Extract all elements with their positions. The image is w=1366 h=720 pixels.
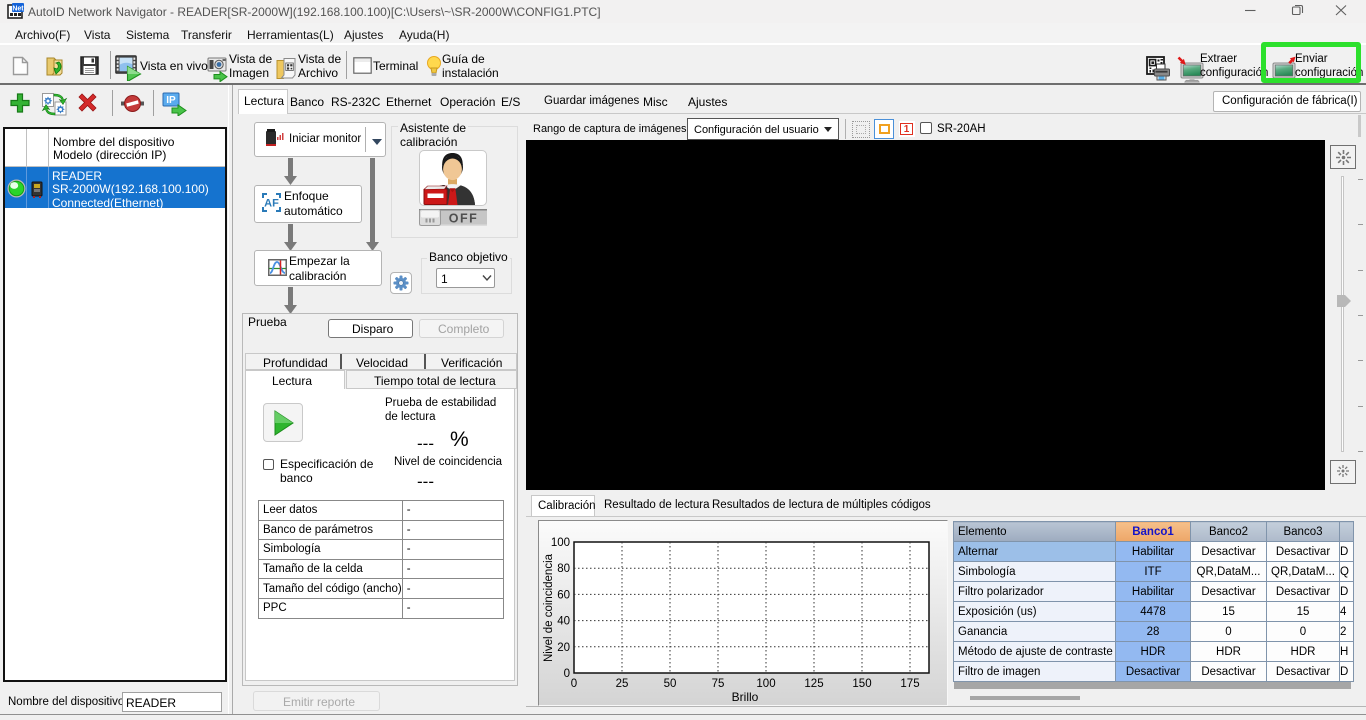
svg-text:Nivel de coincidencia: Nivel de coincidencia — [543, 553, 555, 662]
svg-text:50: 50 — [664, 678, 677, 690]
svg-text:Net: Net — [12, 6, 24, 13]
svg-text:20: 20 — [557, 642, 570, 654]
svg-text:175: 175 — [900, 678, 919, 690]
svg-text:OFF: OFF — [449, 212, 479, 226]
svg-text:75: 75 — [712, 678, 725, 690]
svg-text:60: 60 — [557, 589, 570, 601]
svg-text:AF: AF — [264, 198, 279, 210]
svg-text:0: 0 — [564, 668, 570, 680]
svg-text:100: 100 — [756, 678, 775, 690]
svg-text:125: 125 — [804, 678, 823, 690]
svg-text:Brillo: Brillo — [732, 690, 759, 704]
svg-text:150: 150 — [852, 678, 871, 690]
svg-text:25: 25 — [616, 678, 629, 690]
svg-text:IP: IP — [166, 95, 176, 106]
svg-text:100: 100 — [551, 537, 570, 549]
svg-text:0: 0 — [571, 678, 577, 690]
svg-text:80: 80 — [557, 563, 570, 575]
svg-text:40: 40 — [557, 616, 570, 628]
